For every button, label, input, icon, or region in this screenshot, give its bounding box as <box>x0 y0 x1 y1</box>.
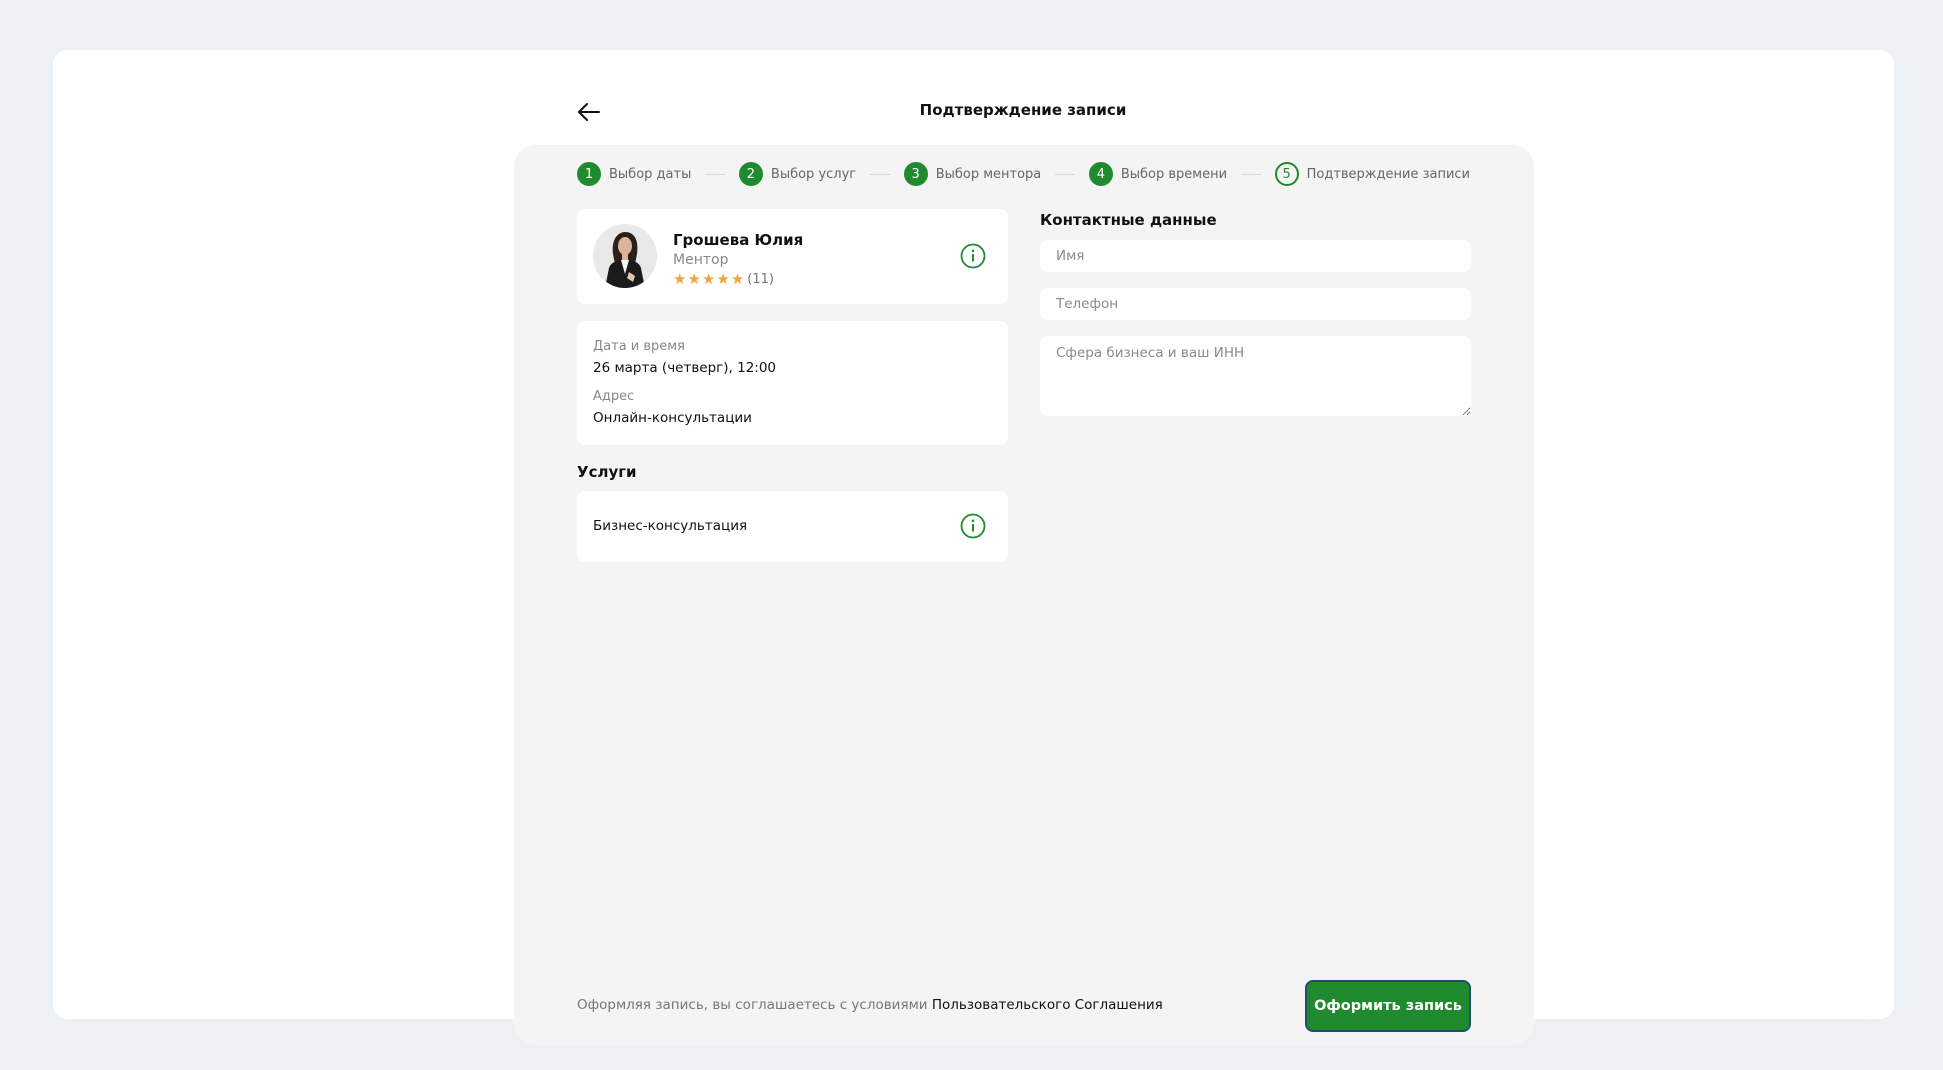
arrow-left-icon <box>578 103 600 121</box>
step-number: 2 <box>738 162 763 186</box>
booking-panel: 1 Выбор даты 2 Выбор услуг 3 Выбор менто… <box>514 145 1534 1045</box>
step-confirmation[interactable]: 5 Подтверждение записи <box>1274 162 1471 186</box>
address-label: Адрес <box>593 389 635 404</box>
datetime-label: Дата и время <box>593 339 685 354</box>
booking-details-card: Дата и время 26 марта (четверг), 12:00 А… <box>577 321 1008 445</box>
mentor-role: Ментор <box>673 252 729 268</box>
step-time[interactable]: 4 Выбор времени <box>1088 162 1228 186</box>
name-input[interactable] <box>1040 240 1471 272</box>
reviews-count: (11) <box>747 271 774 287</box>
mentor-info-button[interactable] <box>960 243 986 269</box>
rating: ★ ★ ★ ★ ★ (11) <box>673 271 774 287</box>
avatar <box>593 224 657 288</box>
stepper: 1 Выбор даты 2 Выбор услуг 3 Выбор менто… <box>577 161 1470 187</box>
service-info-button[interactable] <box>960 513 986 539</box>
star-icon: ★ <box>673 270 687 288</box>
step-label: Выбор времени <box>1120 166 1228 182</box>
step-services[interactable]: 2 Выбор услуг <box>738 162 857 186</box>
step-label: Выбор ментора <box>935 166 1042 182</box>
service-name: Бизнес-консультация <box>593 518 748 534</box>
user-agreement-link[interactable]: Пользовательского Соглашения <box>932 997 1163 1013</box>
step-date[interactable]: 1 Выбор даты <box>577 162 691 186</box>
star-icon: ★ <box>730 270 745 288</box>
star-icon: ★ <box>716 270 730 288</box>
step-number: 4 <box>1088 162 1113 186</box>
contacts-title: Контактные данные <box>1040 211 1217 229</box>
step-connector <box>870 173 890 175</box>
back-button[interactable] <box>574 98 604 126</box>
info-icon <box>960 513 986 539</box>
business-inn-textarea[interactable] <box>1040 336 1471 416</box>
service-item: Бизнес-консультация <box>577 491 1008 562</box>
step-connector <box>705 173 725 175</box>
page-container: Подтверждение записи 1 Выбор даты 2 Выбо… <box>53 50 1894 1045</box>
phone-input[interactable] <box>1040 288 1471 320</box>
star-icon: ★ <box>701 270 716 288</box>
mentor-name: Грошева Юлия <box>673 231 804 249</box>
star-icon: ★ <box>687 270 701 288</box>
page-title: Подтверждение записи <box>919 101 1127 119</box>
step-label: Выбор даты <box>609 166 692 182</box>
step-number: 5 <box>1274 162 1299 186</box>
address-value: Онлайн-консультации <box>593 410 752 426</box>
mentor-photo <box>593 224 657 288</box>
agreement-text: Оформляя запись, вы соглашаетесь с услов… <box>577 997 1163 1013</box>
agreement-prefix: Оформляя запись, вы соглашаетесь с услов… <box>577 997 928 1013</box>
step-label: Подтверждение записи <box>1306 166 1471 182</box>
step-connector <box>1241 173 1261 175</box>
submit-booking-button[interactable]: Оформить запись <box>1305 980 1471 1032</box>
info-icon <box>960 243 986 269</box>
step-number: 3 <box>903 162 928 186</box>
step-connector <box>1055 173 1075 175</box>
step-label: Выбор услуг <box>770 166 857 182</box>
datetime-value: 26 марта (четверг), 12:00 <box>593 360 777 376</box>
step-number: 1 <box>577 162 601 186</box>
services-title: Услуги <box>577 463 637 481</box>
mentor-card: Грошева Юлия Ментор ★ ★ ★ ★ ★ (11) <box>577 209 1008 304</box>
step-mentor[interactable]: 3 Выбор ментора <box>903 162 1042 186</box>
